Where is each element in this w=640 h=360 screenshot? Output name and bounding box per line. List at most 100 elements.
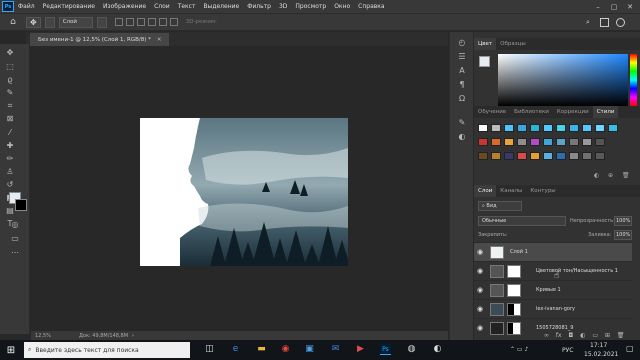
close-tab-icon[interactable]: ✕ <box>157 37 162 43</box>
style-swatch[interactable] <box>543 138 553 146</box>
menu-layers[interactable]: Слои <box>154 3 170 10</box>
style-swatch[interactable] <box>582 152 592 160</box>
eye-icon[interactable]: ◉ <box>477 324 485 332</box>
language-indicator[interactable]: РУС <box>562 347 573 354</box>
tab-swatches[interactable]: Образцы <box>496 38 530 50</box>
search-icon[interactable]: ⌕ <box>586 18 590 27</box>
layer-filter-dropdown[interactable]: ⌕ Вид <box>478 201 522 211</box>
new-style-icon[interactable]: ◐ <box>594 172 599 179</box>
properties-panel-icon[interactable]: ☰ <box>457 52 467 62</box>
tab-styles[interactable]: Стили <box>592 106 619 118</box>
fill-field[interactable]: 100% <box>614 230 632 240</box>
menu-select[interactable]: Выделение <box>203 3 239 10</box>
character-panel-icon[interactable]: A <box>457 66 467 76</box>
menu-file[interactable]: Файл <box>18 3 35 10</box>
tab-libraries[interactable]: Библиотеки <box>510 106 553 118</box>
align-left-icon[interactable] <box>114 18 123 26</box>
healing-brush-tool-icon[interactable]: ✚ <box>5 141 15 151</box>
photoshop-taskbar-icon[interactable]: Ps <box>380 344 391 355</box>
menu-help[interactable]: Справка <box>358 3 384 10</box>
style-swatch[interactable] <box>582 124 592 132</box>
style-swatch[interactable] <box>530 124 540 132</box>
style-swatch[interactable] <box>556 152 566 160</box>
style-swatch[interactable] <box>504 138 514 146</box>
chrome-icon[interactable]: ◉ <box>280 344 291 355</box>
autoselect-checkbox[interactable] <box>44 16 55 28</box>
crop-tool-icon[interactable]: ⌗ <box>5 101 15 111</box>
style-swatch[interactable] <box>530 152 540 160</box>
clone-stamp-tool-icon[interactable]: ♙ <box>5 167 15 177</box>
brush-tool-icon[interactable]: ✏ <box>5 154 15 164</box>
menu-image[interactable]: Изображение <box>103 3 146 10</box>
clock-time[interactable]: 17:17 <box>590 342 607 349</box>
tab-color[interactable]: Цвет <box>474 38 497 50</box>
menu-type[interactable]: Текст <box>178 3 196 10</box>
color-panel-foreground[interactable] <box>479 56 490 67</box>
close-icon[interactable]: ✕ <box>622 0 638 13</box>
adjustments-panel-icon[interactable]: ◐ <box>457 132 467 142</box>
paragraph-panel-icon[interactable]: ¶ <box>457 80 467 90</box>
color-field[interactable] <box>498 54 628 106</box>
style-swatch[interactable] <box>491 124 501 132</box>
hue-slider[interactable] <box>630 54 637 106</box>
workspace-icon[interactable] <box>600 18 609 27</box>
tab-adjustments[interactable]: Коррекции <box>553 106 593 118</box>
style-swatch[interactable] <box>491 152 501 160</box>
style-swatch[interactable] <box>517 138 527 146</box>
menu-filter[interactable]: Фильтр <box>247 3 271 10</box>
media-player-icon[interactable]: ▶ <box>355 344 366 355</box>
style-swatch[interactable] <box>543 124 553 132</box>
layer-select-dropdown[interactable]: Слой <box>58 16 93 28</box>
add-style-icon[interactable]: ⊕ <box>608 172 613 179</box>
style-swatch[interactable] <box>530 138 540 146</box>
layer-row[interactable]: ◉ Цветовой тон/Насыщенность 1 <box>474 261 632 280</box>
more-tools-icon[interactable]: ⋯ <box>10 248 20 258</box>
menu-edit[interactable]: Редактирование <box>43 3 95 10</box>
style-swatch[interactable] <box>543 152 553 160</box>
home-icon[interactable]: ⌂ <box>0 17 26 27</box>
eyedropper-tool-icon[interactable]: ⁄ <box>5 128 15 138</box>
adjustment-layer-icon[interactable]: ◐ <box>580 332 585 339</box>
screen-mode-icon[interactable]: ▭ <box>10 234 20 244</box>
layer-row[interactable]: ◉ lex-ivanan-gory <box>474 299 632 318</box>
new-layer-icon[interactable]: ⊞ <box>605 332 610 339</box>
transform-controls-checkbox[interactable] <box>96 16 107 28</box>
document-tab[interactable]: Без имени-1 @ 12,5% (Слой 1, RGB/8) * ✕ <box>30 33 170 46</box>
fx-icon[interactable]: fx <box>556 332 562 339</box>
link-layers-icon[interactable]: ∞ <box>544 332 549 339</box>
style-swatch[interactable] <box>504 152 514 160</box>
style-swatch[interactable] <box>491 138 501 146</box>
obs-icon[interactable]: ◍ <box>406 344 417 355</box>
menu-3d[interactable]: 3D <box>279 3 287 10</box>
style-swatch[interactable] <box>569 138 579 146</box>
style-swatch[interactable] <box>556 124 566 132</box>
menu-view[interactable]: Просмотр <box>295 3 326 10</box>
store-icon[interactable]: ▣ <box>304 344 315 355</box>
style-swatch[interactable] <box>478 152 488 160</box>
trash-icon[interactable]: 🗑 <box>622 172 630 179</box>
style-swatch[interactable] <box>504 124 514 132</box>
zoom-level[interactable]: 12,5% <box>35 333 75 339</box>
align-middle-icon[interactable] <box>158 18 167 26</box>
style-swatch[interactable] <box>595 124 605 132</box>
style-swatch[interactable] <box>569 124 579 132</box>
style-swatch[interactable] <box>556 138 566 146</box>
align-right-icon[interactable] <box>136 18 145 26</box>
style-swatch[interactable] <box>595 152 605 160</box>
history-brush-tool-icon[interactable]: ↺ <box>5 180 15 190</box>
mail-icon[interactable]: ✉ <box>330 344 341 355</box>
layer-row[interactable]: ◉ Кривые 1 <box>474 280 632 299</box>
eye-icon[interactable]: ◉ <box>477 286 485 294</box>
style-swatch[interactable] <box>569 152 579 160</box>
style-swatch[interactable] <box>517 124 527 132</box>
blend-mode-dropdown[interactable]: Обычные <box>478 216 566 226</box>
align-bottom-icon[interactable] <box>169 18 178 26</box>
align-top-icon[interactable] <box>147 18 156 26</box>
minimize-icon[interactable]: – <box>590 0 606 13</box>
clock-date[interactable]: 15.02.2021 <box>584 351 618 358</box>
style-swatch[interactable] <box>608 124 618 132</box>
menu-window[interactable]: Окно <box>334 3 350 10</box>
style-swatch[interactable] <box>478 124 488 132</box>
edge-icon[interactable]: e <box>230 344 241 355</box>
eye-icon[interactable]: ◉ <box>477 305 485 313</box>
